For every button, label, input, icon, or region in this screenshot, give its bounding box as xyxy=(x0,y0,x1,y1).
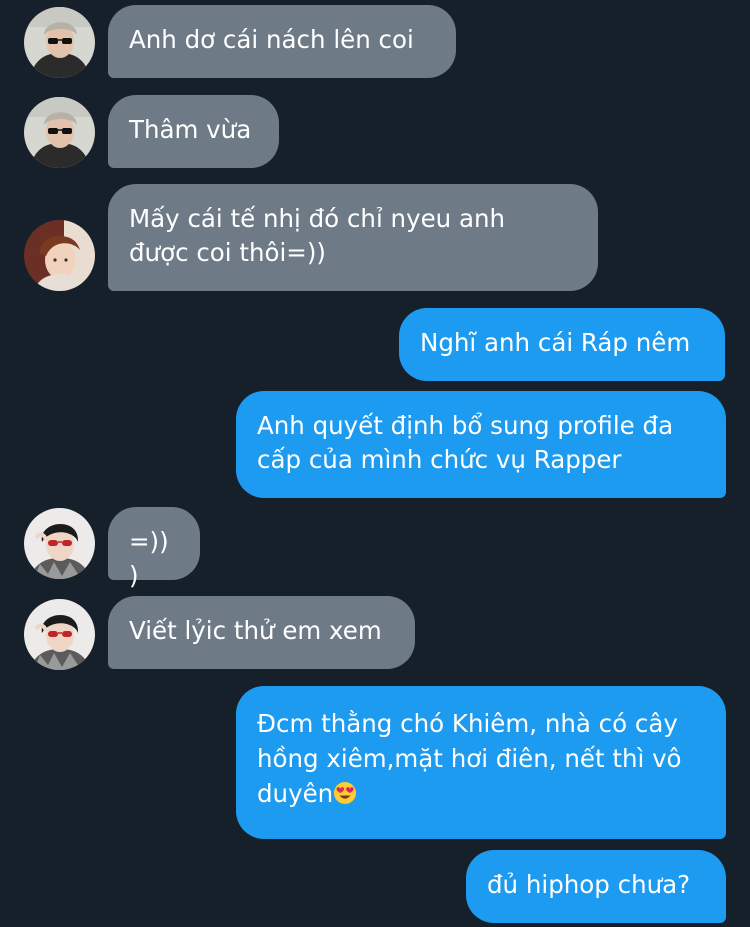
incoming-message-bubble[interactable]: Mấy cái tế nhị đó chỉ nyeu anh được coi … xyxy=(108,184,598,291)
incoming-message-bubble[interactable]: Anh dơ cái nách lên coi xyxy=(108,5,456,78)
avatar[interactable] xyxy=(24,508,95,579)
avatar[interactable] xyxy=(24,7,95,78)
incoming-message-bubble[interactable]: =))) xyxy=(108,507,200,590)
heart-eyes-emoji-icon xyxy=(334,782,357,804)
outgoing-message-bubble[interactable]: Đcm thằng chó Khiêm, nhà có cây hồng xiê… xyxy=(236,686,726,839)
outgoing-message-bubble[interactable]: Anh quyết định bổ sung profile đa cấp củ… xyxy=(236,391,726,498)
incoming-message-bubble[interactable]: Viết lỷic thử em xem xyxy=(108,596,415,669)
message-text: Đcm thằng chó Khiêm, nhà có cây hồng xiê… xyxy=(257,709,682,808)
incoming-message-bubble[interactable]: Thâm vừa xyxy=(108,95,279,168)
outgoing-message-bubble[interactable]: Nghĩ anh cái Ráp nêm xyxy=(399,308,725,381)
avatar[interactable] xyxy=(24,97,95,168)
avatar[interactable] xyxy=(24,599,95,670)
avatar[interactable] xyxy=(24,220,95,291)
outgoing-message-bubble[interactable]: đủ hiphop chưa? xyxy=(466,850,726,923)
